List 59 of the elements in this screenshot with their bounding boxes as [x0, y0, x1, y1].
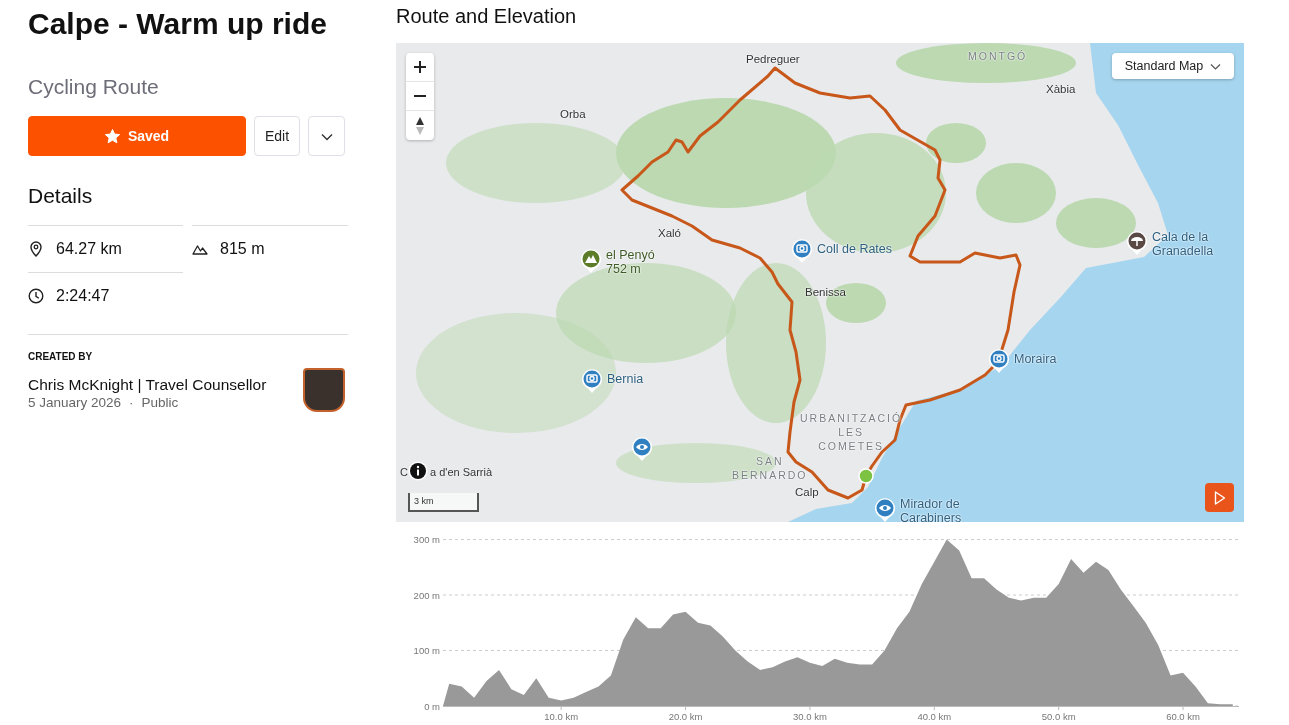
- stat-value: 2:24:47: [56, 286, 110, 306]
- axis-label: 100 m: [413, 645, 440, 656]
- attribution-text: C: [400, 465, 408, 480]
- poi-label: Cala de la Granadella: [1152, 230, 1214, 258]
- axis-label: 10.0 km: [544, 711, 579, 720]
- clock-icon: [28, 288, 44, 304]
- area-label: URBANITZACIÓ LES COMETES: [800, 411, 903, 453]
- area-label: SAN BERNARDO: [732, 454, 808, 482]
- poi-label: Bernia: [607, 372, 644, 386]
- umbrella-pin-icon[interactable]: [1126, 230, 1148, 256]
- stat-value: 64.27 km: [56, 239, 122, 259]
- separator-dot: ·: [129, 394, 134, 411]
- axis-label: 200 m: [413, 589, 440, 601]
- mountain-pin-icon[interactable]: [580, 248, 602, 274]
- details-heading: Details: [28, 183, 94, 209]
- visibility-label: Public: [141, 394, 179, 411]
- camera-pin-icon[interactable]: [988, 348, 1010, 374]
- poi-label: Moraira: [1014, 352, 1057, 366]
- place-label: Xaló: [658, 226, 682, 240]
- place-label: Orba: [560, 107, 586, 121]
- map-style-dropdown[interactable]: Standard Map: [1112, 53, 1234, 79]
- star-icon: [104, 128, 120, 144]
- creator-name[interactable]: Chris McKnight | Travel Counsellor: [28, 376, 267, 394]
- axis-label: 40.0 km: [917, 711, 952, 720]
- route-type: Cycling Route: [28, 74, 160, 100]
- plus-icon: [414, 61, 426, 73]
- avatar-image: [303, 368, 345, 412]
- created-date: 5 January 2026: [28, 394, 122, 411]
- info-icon[interactable]: [408, 461, 428, 481]
- place-label: Calp: [795, 485, 819, 499]
- poi-label: Coll de Rates: [817, 242, 893, 256]
- play-button[interactable]: [1205, 483, 1234, 512]
- poi-label: Mirador de Carabiners: [900, 497, 962, 522]
- place-label: Xàbia: [1046, 82, 1076, 96]
- section-title: Route and Elevation: [396, 4, 578, 28]
- axis-label: 60.0 km: [1166, 711, 1200, 720]
- creator-label: CREATED BY: [28, 350, 94, 364]
- axis-label: 20.0 km: [668, 711, 703, 720]
- axis-label: 0 m: [424, 700, 440, 712]
- location-pin-icon: [28, 241, 44, 257]
- stat-value: 815 m: [220, 239, 265, 259]
- scale-bar: 3 km: [408, 493, 479, 512]
- place-label: Pedreguer: [746, 52, 800, 66]
- page-title: Calpe - Warm up ride: [28, 6, 328, 42]
- axis-label: 30.0 km: [793, 711, 827, 720]
- camera-pin-icon[interactable]: [581, 368, 603, 394]
- compass-icon: [415, 116, 425, 135]
- axis-label: 50.0 km: [1041, 711, 1076, 720]
- start-marker: [858, 468, 874, 484]
- axis-label: 300 m: [413, 534, 440, 545]
- area-label: MONTGÓ: [968, 49, 1028, 63]
- play-icon: [1213, 490, 1226, 505]
- edit-button[interactable]: Edit: [254, 116, 301, 156]
- attribution-text: a d'en Sarrià: [430, 465, 493, 480]
- place-label: Benissa: [805, 285, 846, 299]
- poi-label: el Penyó 752 m: [606, 248, 655, 276]
- eye-pin-icon[interactable]: [631, 436, 653, 462]
- camera-pin-icon[interactable]: [791, 238, 813, 264]
- eye-pin-icon[interactable]: [874, 497, 896, 522]
